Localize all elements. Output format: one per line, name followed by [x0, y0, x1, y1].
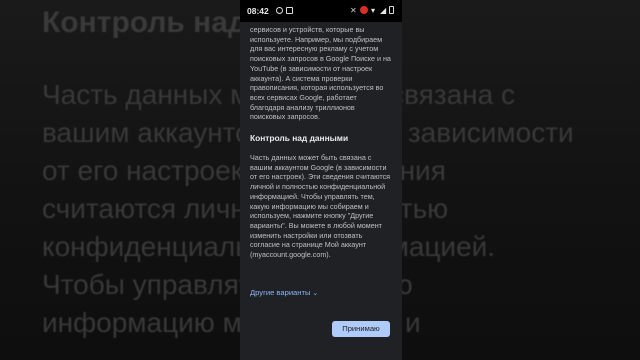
accept-button[interactable]: Принимаю: [332, 321, 390, 337]
battery-icon: [389, 6, 394, 14]
more-options-label: Другие варианты: [250, 288, 311, 297]
record-icon: [360, 6, 368, 14]
chevron-down-icon: ⌄: [312, 290, 319, 297]
status-bar: 08:42 ✕ ▾ ◢: [240, 0, 402, 22]
status-time: 08:42: [247, 6, 269, 16]
notification-image-icon: [286, 7, 293, 14]
phone-screen: 08:42 ✕ ▾ ◢ сервисов и устройств, которы…: [240, 0, 402, 360]
signal-icon: ◢: [380, 6, 387, 15]
section-title: Контроль над данными: [250, 133, 349, 144]
dialog-content: сервисов и устройств, которые вы использ…: [250, 25, 392, 260]
section-paragraph: Часть данных может быть связана с вашим …: [250, 153, 391, 260]
notification-circle-icon: [276, 7, 283, 14]
consent-dialog: сервисов и устройств, которые вы использ…: [240, 22, 402, 360]
intro-paragraph: сервисов и устройств, которые вы использ…: [250, 25, 391, 122]
mute-icon: ✕: [350, 6, 357, 15]
more-options-link[interactable]: Другие варианты ⌄: [250, 288, 318, 297]
wifi-icon: ▾: [371, 6, 376, 15]
